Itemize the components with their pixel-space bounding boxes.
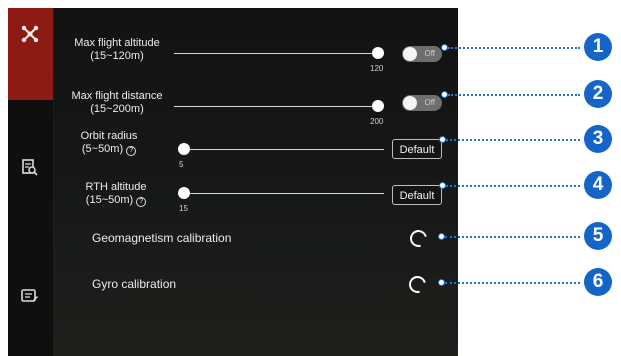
callout-badge-1: 1: [584, 33, 612, 61]
callout-badge-3: 3: [584, 125, 612, 153]
max-altitude-value: 120: [370, 64, 384, 73]
toggle-state-text: Off: [424, 49, 435, 58]
gyro-calibration-label: Gyro calibration: [92, 277, 177, 291]
callout-endpoint: [439, 136, 446, 143]
document-search-icon[interactable]: [17, 156, 43, 180]
device-screen: Max flight altitude (15~120m) 120 Off Ma…: [8, 8, 458, 356]
orbit-radius-range: (5~50m): [81, 143, 124, 155]
orbit-radius-default-button[interactable]: Default: [392, 139, 442, 159]
max-distance-label: Max flight distance (15~200m): [62, 90, 172, 116]
help-icon[interactable]: ?: [126, 146, 137, 156]
max-altitude-slider-knob[interactable]: [372, 47, 384, 59]
max-distance-value: 200: [370, 117, 384, 126]
callout-badge-2: 2: [584, 80, 612, 108]
gyro-calibration-refresh-icon[interactable]: [405, 272, 430, 297]
aircraft-icon[interactable]: [17, 22, 43, 46]
orbit-radius-slider-knob[interactable]: [178, 143, 190, 155]
max-distance-slider-knob[interactable]: [372, 100, 384, 112]
max-distance-title: Max flight distance: [71, 90, 163, 102]
orbit-radius-label: Orbit radius (5~50m)?: [54, 130, 164, 156]
settings-card-icon[interactable]: [17, 284, 43, 308]
toggle-state-text: Off: [424, 98, 435, 107]
max-altitude-range: (15~120m): [90, 50, 144, 62]
callout-badge-5: 5: [584, 222, 612, 250]
callout-line: [448, 94, 580, 96]
orbit-radius-slider-track[interactable]: [184, 149, 384, 150]
toggle-knob: [403, 47, 417, 61]
callout-line: [445, 236, 580, 238]
rth-altitude-value: 15: [179, 204, 188, 213]
rth-altitude-default-button[interactable]: Default: [392, 185, 442, 205]
callout-endpoint: [438, 233, 445, 240]
rth-altitude-title: RTH altitude: [85, 181, 147, 193]
max-altitude-toggle[interactable]: Off: [402, 46, 442, 62]
max-distance-slider-track[interactable]: [174, 106, 379, 107]
callout-badge-4: 4: [584, 171, 612, 199]
geomagnetism-calibration-label: Geomagnetism calibration: [92, 231, 232, 245]
callout-line: [446, 139, 580, 141]
max-altitude-title: Max flight altitude: [74, 37, 160, 49]
toggle-knob: [403, 96, 417, 110]
sidebar: [8, 8, 54, 356]
callout-line: [446, 185, 580, 187]
callout-endpoint: [438, 279, 445, 286]
orbit-radius-title: Orbit radius: [80, 130, 138, 142]
max-distance-range: (15~200m): [90, 103, 144, 115]
geomagnetism-calibration-refresh-icon[interactable]: [406, 226, 431, 251]
callout-endpoint: [439, 182, 446, 189]
callout-line: [448, 47, 580, 49]
rth-altitude-slider-track[interactable]: [184, 193, 384, 194]
max-altitude-slider-track[interactable]: [174, 53, 379, 54]
max-altitude-label: Max flight altitude (15~120m): [62, 37, 172, 63]
settings-panel: Max flight altitude (15~120m) 120 Off Ma…: [54, 8, 458, 356]
orbit-radius-value: 5: [179, 160, 184, 169]
rth-altitude-label: RTH altitude (15~50m)?: [66, 181, 166, 207]
rth-altitude-range: (15~50m): [85, 194, 134, 206]
callout-line: [445, 282, 580, 284]
max-distance-toggle[interactable]: Off: [402, 95, 442, 111]
callout-endpoint: [441, 44, 448, 51]
rth-altitude-slider-knob[interactable]: [178, 187, 190, 199]
callout-endpoint: [441, 91, 448, 98]
help-icon[interactable]: ?: [136, 197, 147, 207]
callout-badge-6: 6: [584, 268, 612, 296]
